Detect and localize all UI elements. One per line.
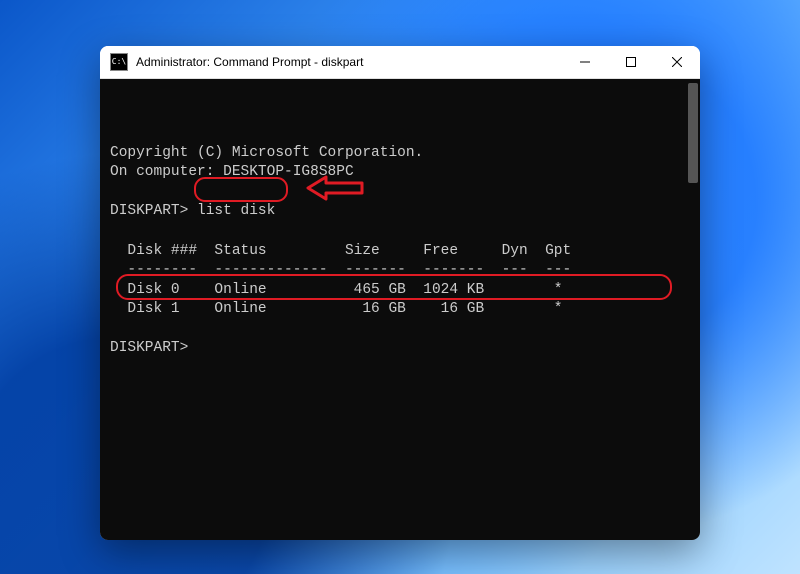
scrollbar[interactable] (688, 83, 698, 536)
maximize-button[interactable] (608, 46, 654, 78)
table-divider: -------- ------------- ------- ------- -… (110, 262, 571, 278)
cmd-icon: C:\ (110, 53, 128, 71)
prompt-line-2: DISKPART> (110, 340, 188, 356)
terminal-area[interactable]: Copyright (C) Microsoft Corporation. On … (100, 79, 700, 540)
blank-line (110, 223, 119, 239)
window-title: Administrator: Command Prompt - diskpart (136, 55, 562, 69)
computer-line: On computer: DESKTOP-IG8S8PC (110, 164, 354, 180)
window-controls (562, 46, 700, 78)
table-row: Disk 0 Online 465 GB 1024 KB * (110, 282, 562, 298)
scrollbar-thumb[interactable] (688, 83, 698, 183)
blank-line (110, 321, 119, 337)
minimize-button[interactable] (562, 46, 608, 78)
table-header: Disk ### Status Size Free Dyn Gpt (110, 243, 571, 259)
blank-line (110, 184, 119, 200)
entered-command: list disk (197, 203, 275, 219)
terminal-output: Copyright (C) Microsoft Corporation. On … (110, 124, 700, 476)
prompt-prefix: DISKPART> (110, 203, 197, 219)
table-row: Disk 1 Online 16 GB 16 GB * (110, 301, 562, 317)
close-button[interactable] (654, 46, 700, 78)
command-prompt-window: C:\ Administrator: Command Prompt - disk… (100, 46, 700, 540)
titlebar[interactable]: C:\ Administrator: Command Prompt - disk… (100, 46, 700, 79)
copyright-line: Copyright (C) Microsoft Corporation. (110, 145, 423, 161)
prompt-line-1: DISKPART> list disk (110, 203, 275, 219)
annotation-command-circle (194, 177, 288, 202)
